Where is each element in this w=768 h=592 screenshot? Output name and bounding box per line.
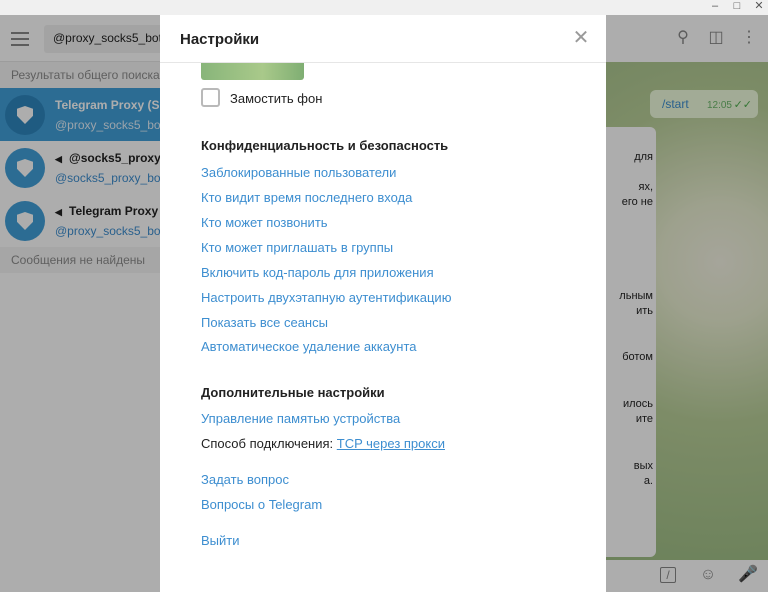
connection-type-link[interactable]: TCP через прокси (337, 436, 445, 451)
connection-type-label: Способ подключения: (201, 436, 334, 451)
tile-background-checkbox[interactable] (201, 88, 220, 107)
maximize-button[interactable]: □ (728, 0, 746, 15)
tile-background-label[interactable]: Замостить фон (230, 91, 322, 106)
calls-privacy-link[interactable]: Кто может позвонить (201, 215, 328, 230)
groups-privacy-link[interactable]: Кто может приглашать в группы (201, 240, 393, 255)
last-seen-link[interactable]: Кто видит время последнего входа (201, 190, 412, 205)
window-close-button[interactable]: ✕ (750, 0, 768, 15)
blocked-users-link[interactable]: Заблокированные пользователи (201, 165, 396, 180)
privacy-section-title: Конфиденциальность и безопасность (201, 138, 449, 153)
sessions-link[interactable]: Показать все сеансы (201, 315, 328, 330)
chat-background-thumbnail[interactable] (201, 63, 304, 80)
faq-link[interactable]: Вопросы о Telegram (201, 497, 322, 512)
advanced-section-title: Дополнительные настройки (201, 385, 385, 400)
passcode-link[interactable]: Включить код-пароль для приложения (201, 265, 434, 280)
dialog-header: Настройки ✕ (160, 15, 606, 63)
logout-link[interactable]: Выйти (201, 533, 240, 548)
storage-management-link[interactable]: Управление памятью устройства (201, 411, 400, 426)
settings-dialog: Настройки ✕ Замостить фон Конфиденциальн… (160, 15, 606, 592)
close-icon[interactable]: ✕ (572, 28, 590, 48)
minimize-button[interactable]: – (706, 0, 724, 15)
account-deletion-link[interactable]: Автоматическое удаление аккаунта (201, 339, 417, 354)
connection-type-row: Способ подключения: TCP через прокси (201, 436, 445, 451)
dialog-title: Настройки (180, 31, 260, 48)
ask-question-link[interactable]: Задать вопрос (201, 472, 289, 487)
two-step-auth-link[interactable]: Настроить двухэтапную аутентификацию (201, 290, 451, 305)
window-titlebar: – □ ✕ (0, 0, 768, 15)
